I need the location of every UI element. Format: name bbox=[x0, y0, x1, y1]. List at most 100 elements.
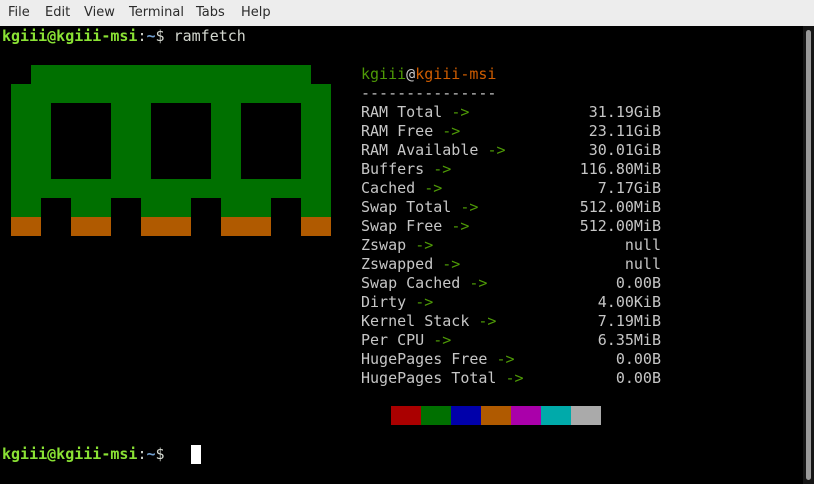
terminal-area[interactable]: kgiii@kgiii-msi:~$ ramfetch kgiii@kgiii-… bbox=[0, 26, 803, 484]
info-value: 4.00KiB bbox=[597, 293, 661, 311]
color-swatch bbox=[541, 406, 571, 425]
info-label-text: Swap Free bbox=[361, 217, 443, 235]
info-value: 512.00MiB bbox=[579, 217, 661, 235]
info-label: Swap Cached -> bbox=[361, 274, 487, 293]
info-label-text: Dirty bbox=[361, 293, 407, 311]
info-arrow: -> bbox=[433, 160, 452, 178]
menu-view[interactable]: View bbox=[84, 5, 115, 20]
logo-chip-hole-1 bbox=[51, 103, 111, 179]
info-label: Kernel Stack -> bbox=[361, 312, 496, 331]
info-row: Swap Total -> 512.00MiB bbox=[361, 198, 661, 217]
info-arrow: -> bbox=[469, 274, 488, 292]
color-swatch bbox=[511, 406, 541, 425]
logo-top-bar bbox=[31, 65, 311, 84]
info-label: RAM Total -> bbox=[361, 103, 469, 122]
info-row: Kernel Stack -> 7.19MiB bbox=[361, 312, 661, 331]
info-label-text: RAM Free bbox=[361, 122, 434, 140]
logo-notch-4 bbox=[271, 198, 301, 217]
info-label: Swap Total -> bbox=[361, 198, 478, 217]
vertical-scrollbar[interactable] bbox=[803, 26, 814, 484]
prompt-user-host: kgiii@kgiii-msi bbox=[2, 445, 138, 463]
info-row: Zswapped -> null bbox=[361, 255, 661, 274]
menu-terminal[interactable]: Terminal bbox=[129, 5, 184, 20]
info-user: kgiii bbox=[361, 65, 407, 83]
logo-notch-3 bbox=[191, 198, 221, 217]
logo-notch-2 bbox=[111, 198, 141, 217]
info-label-text: Cached bbox=[361, 179, 416, 197]
prompt-line-2: kgiii@kgiii-msi:~$ bbox=[2, 445, 174, 464]
prompt-colon: : bbox=[137, 27, 147, 45]
info-arrow: -> bbox=[442, 122, 461, 140]
info-label: Dirty -> bbox=[361, 293, 433, 312]
color-swatch bbox=[571, 406, 601, 425]
prompt-path: ~ bbox=[146, 27, 156, 45]
info-arrow: -> bbox=[460, 198, 479, 216]
info-row: Zswap -> null bbox=[361, 236, 661, 255]
info-value: 116.80MiB bbox=[579, 160, 661, 178]
info-label-text: RAM Available bbox=[361, 141, 479, 159]
info-label: Cached -> bbox=[361, 179, 442, 198]
info-value: 31.19GiB bbox=[588, 103, 661, 121]
info-label-text: Swap Cached bbox=[361, 274, 461, 292]
info-label-text: Per CPU bbox=[361, 331, 425, 349]
info-value: 0.00B bbox=[615, 350, 661, 368]
info-label-text: HugePages Free bbox=[361, 350, 488, 368]
prompt-dollar: $ bbox=[155, 445, 174, 463]
info-label: Buffers -> bbox=[361, 160, 451, 179]
menu-edit[interactable]: Edit bbox=[45, 5, 70, 20]
info-row: RAM Available -> 30.01GiB bbox=[361, 141, 661, 160]
menu-file[interactable]: File bbox=[8, 5, 30, 20]
info-value: 30.01GiB bbox=[588, 141, 661, 159]
color-swatch bbox=[451, 406, 481, 425]
info-row: Dirty -> 4.00KiB bbox=[361, 293, 661, 312]
menu-help[interactable]: Help bbox=[241, 5, 271, 20]
info-row: Cached -> 7.17GiB bbox=[361, 179, 661, 198]
info-label: Zswapped -> bbox=[361, 255, 460, 274]
info-arrow: -> bbox=[424, 179, 443, 197]
info-arrow: -> bbox=[478, 312, 497, 330]
info-value: null bbox=[624, 236, 661, 254]
info-at: @ bbox=[406, 65, 416, 83]
info-panel: kgiii@kgiii-msi --------------- RAM Tota… bbox=[361, 65, 661, 388]
info-arrow: -> bbox=[451, 103, 470, 121]
logo-contact-3 bbox=[141, 217, 191, 236]
info-label-text: Kernel Stack bbox=[361, 312, 470, 330]
prompt-path: ~ bbox=[146, 445, 156, 463]
info-row: RAM Total -> 31.19GiB bbox=[361, 103, 661, 122]
info-label: RAM Free -> bbox=[361, 122, 460, 141]
logo-contact-5 bbox=[301, 217, 331, 236]
menu-bar: File Edit View Terminal Tabs Help bbox=[0, 0, 814, 27]
command-text: ramfetch bbox=[173, 27, 246, 45]
color-swatch bbox=[421, 406, 451, 425]
info-row: Swap Cached -> 0.00B bbox=[361, 274, 661, 293]
info-row: HugePages Free -> 0.00B bbox=[361, 350, 661, 369]
info-label-text: HugePages Total bbox=[361, 369, 497, 387]
info-label: Zswap -> bbox=[361, 236, 433, 255]
color-swatch bbox=[481, 406, 511, 425]
prompt-dollar: $ bbox=[155, 27, 174, 45]
info-label: HugePages Total -> bbox=[361, 369, 524, 388]
info-arrow: -> bbox=[451, 217, 470, 235]
info-row: Buffers -> 116.80MiB bbox=[361, 160, 661, 179]
info-value: 512.00MiB bbox=[579, 198, 661, 216]
info-label-text: Buffers bbox=[361, 160, 425, 178]
info-host: kgiii-msi bbox=[415, 65, 497, 83]
info-row: Swap Free -> 512.00MiB bbox=[361, 217, 661, 236]
info-value: 7.17GiB bbox=[597, 179, 661, 197]
logo-contact-2 bbox=[71, 217, 111, 236]
menu-tabs[interactable]: Tabs bbox=[196, 5, 225, 20]
info-label: Swap Free -> bbox=[361, 217, 469, 236]
logo-contact-1 bbox=[11, 217, 41, 236]
info-arrow: -> bbox=[415, 236, 434, 254]
info-label: RAM Available -> bbox=[361, 141, 506, 160]
info-row: HugePages Total -> 0.00B bbox=[361, 369, 661, 388]
info-label-text: Swap Total bbox=[361, 198, 452, 216]
info-arrow: -> bbox=[442, 255, 461, 273]
logo-chip-hole-2 bbox=[151, 103, 211, 179]
info-row: RAM Free -> 23.11GiB bbox=[361, 122, 661, 141]
prompt-user-host: kgiii@kgiii-msi bbox=[2, 27, 138, 45]
info-value: 0.00B bbox=[615, 274, 661, 292]
info-value: 7.19MiB bbox=[597, 312, 661, 330]
info-arrow: -> bbox=[433, 331, 452, 349]
scrollbar-thumb[interactable] bbox=[806, 30, 811, 480]
